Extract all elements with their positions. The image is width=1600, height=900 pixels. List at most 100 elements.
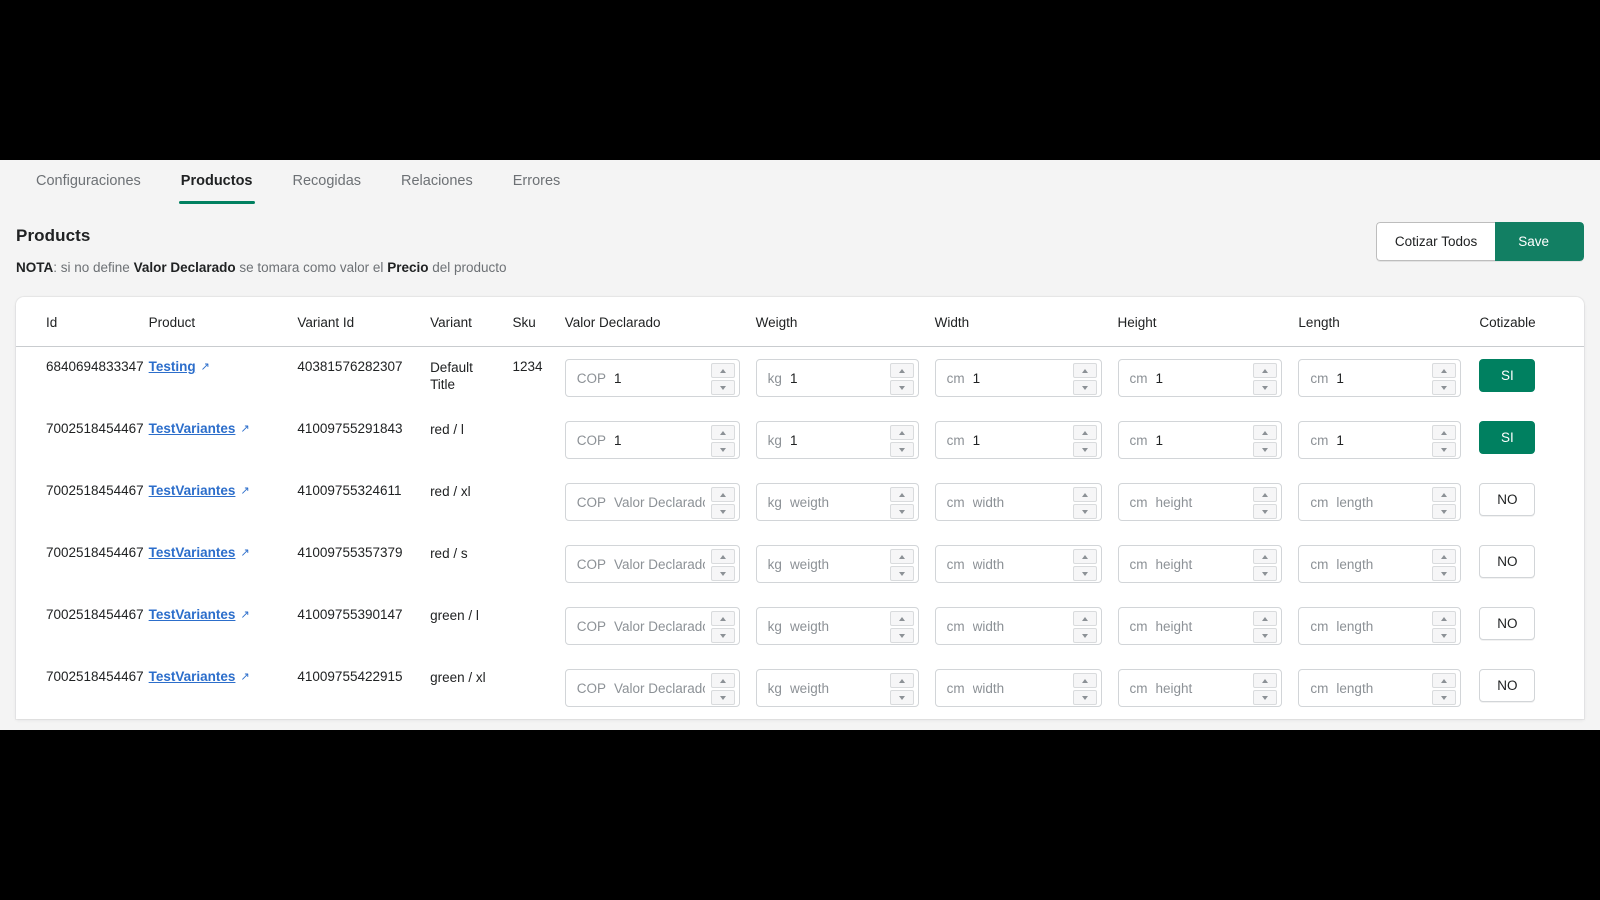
width-input[interactable]: cm width: [934, 545, 1102, 583]
stepper-down-icon[interactable]: [1072, 566, 1097, 581]
external-link-icon[interactable]: ↗: [240, 608, 249, 621]
stepper-up-icon[interactable]: [889, 425, 914, 440]
stepper-up-icon[interactable]: [710, 425, 735, 440]
stepper[interactable]: [1072, 673, 1097, 705]
stepper-down-icon[interactable]: [1432, 504, 1457, 519]
stepper-down-icon[interactable]: [1432, 566, 1457, 581]
stepper[interactable]: [1432, 363, 1457, 395]
stepper[interactable]: [1072, 363, 1097, 395]
stepper-up-icon[interactable]: [1072, 363, 1097, 378]
valor-declarado-input-value[interactable]: 1: [614, 433, 705, 448]
cotizable-badge[interactable]: NO: [1479, 545, 1536, 578]
valor-declarado-input-value[interactable]: Valor Declarado: [614, 557, 705, 572]
height-input[interactable]: cm 1: [1117, 421, 1283, 459]
stepper-down-icon[interactable]: [1072, 628, 1097, 643]
stepper-up-icon[interactable]: [710, 363, 735, 378]
stepper[interactable]: [1072, 549, 1097, 581]
height-input-value[interactable]: height: [1156, 557, 1248, 572]
stepper-down-icon[interactable]: [710, 380, 735, 395]
weigth-input-value[interactable]: weigth: [790, 557, 884, 572]
width-input[interactable]: cm 1: [934, 359, 1102, 397]
valor-declarado-input[interactable]: COP 1: [564, 421, 740, 459]
length-input-value[interactable]: 1: [1336, 371, 1426, 386]
external-link-icon[interactable]: ↗: [240, 546, 249, 559]
length-input-value[interactable]: length: [1336, 619, 1426, 634]
stepper-down-icon[interactable]: [1253, 628, 1278, 643]
cotizar-todos-button[interactable]: Cotizar Todos: [1375, 222, 1496, 261]
tab-configuraciones[interactable]: Configuraciones: [16, 160, 161, 204]
valor-declarado-input[interactable]: COP Valor Declarado: [564, 545, 740, 583]
stepper-down-icon[interactable]: [1432, 442, 1457, 457]
stepper-up-icon[interactable]: [1253, 487, 1278, 502]
valor-declarado-input-value[interactable]: Valor Declarado: [614, 681, 705, 696]
height-input-value[interactable]: 1: [1156, 433, 1248, 448]
weigth-input[interactable]: kg weigth: [755, 607, 919, 645]
weigth-input-value[interactable]: weigth: [790, 619, 884, 634]
length-input[interactable]: cm length: [1298, 483, 1462, 521]
width-input[interactable]: cm width: [934, 607, 1102, 645]
width-input[interactable]: cm 1: [934, 421, 1102, 459]
stepper-down-icon[interactable]: [710, 628, 735, 643]
stepper-down-icon[interactable]: [710, 504, 735, 519]
length-input[interactable]: cm 1: [1298, 421, 1462, 459]
stepper-up-icon[interactable]: [1072, 611, 1097, 626]
length-input-value[interactable]: length: [1336, 557, 1426, 572]
weigth-input[interactable]: kg 1: [755, 421, 919, 459]
height-input[interactable]: cm height: [1117, 607, 1283, 645]
external-link-icon[interactable]: ↗: [240, 484, 249, 497]
stepper[interactable]: [1432, 425, 1457, 457]
stepper-down-icon[interactable]: [889, 566, 914, 581]
valor-declarado-input[interactable]: COP Valor Declarado: [564, 669, 740, 707]
valor-declarado-input-value[interactable]: Valor Declarado: [614, 619, 705, 634]
length-input[interactable]: cm 1: [1298, 359, 1462, 397]
stepper-down-icon[interactable]: [889, 628, 914, 643]
stepper-down-icon[interactable]: [889, 504, 914, 519]
stepper[interactable]: [1072, 425, 1097, 457]
length-input[interactable]: cm length: [1298, 607, 1462, 645]
tab-recogidas[interactable]: Recogidas: [273, 160, 382, 204]
stepper[interactable]: [1432, 673, 1457, 705]
product-link[interactable]: TestVariantes: [149, 421, 236, 436]
stepper-down-icon[interactable]: [889, 690, 914, 705]
stepper-up-icon[interactable]: [1432, 425, 1457, 440]
stepper[interactable]: [889, 487, 914, 519]
stepper[interactable]: [1253, 487, 1278, 519]
stepper-down-icon[interactable]: [889, 380, 914, 395]
stepper-down-icon[interactable]: [1432, 690, 1457, 705]
cotizable-badge[interactable]: NO: [1479, 607, 1536, 640]
product-link[interactable]: Testing: [149, 359, 196, 374]
external-link-icon[interactable]: ↗: [240, 422, 249, 435]
stepper-down-icon[interactable]: [1072, 504, 1097, 519]
valor-declarado-input[interactable]: COP 1: [564, 359, 740, 397]
stepper[interactable]: [1253, 549, 1278, 581]
weigth-input-value[interactable]: weigth: [790, 495, 884, 510]
stepper-up-icon[interactable]: [1432, 487, 1457, 502]
stepper-up-icon[interactable]: [889, 549, 914, 564]
stepper-down-icon[interactable]: [1432, 628, 1457, 643]
valor-declarado-input-value[interactable]: 1: [614, 371, 705, 386]
valor-declarado-input-value[interactable]: Valor Declarado: [614, 495, 705, 510]
stepper[interactable]: [889, 549, 914, 581]
stepper[interactable]: [710, 673, 735, 705]
stepper-up-icon[interactable]: [1072, 487, 1097, 502]
weigth-input[interactable]: kg 1: [755, 359, 919, 397]
stepper-up-icon[interactable]: [710, 549, 735, 564]
stepper-up-icon[interactable]: [1072, 549, 1097, 564]
weigth-input-value[interactable]: 1: [790, 433, 884, 448]
tab-errores[interactable]: Errores: [493, 160, 581, 204]
height-input[interactable]: cm height: [1117, 669, 1283, 707]
width-input-value[interactable]: width: [973, 495, 1067, 510]
stepper-up-icon[interactable]: [1072, 673, 1097, 688]
width-input-value[interactable]: width: [973, 557, 1067, 572]
weigth-input-value[interactable]: 1: [790, 371, 884, 386]
stepper[interactable]: [1072, 487, 1097, 519]
stepper[interactable]: [1253, 425, 1278, 457]
stepper-up-icon[interactable]: [1072, 425, 1097, 440]
width-input-value[interactable]: 1: [973, 433, 1067, 448]
stepper-up-icon[interactable]: [710, 487, 735, 502]
width-input-value[interactable]: width: [973, 619, 1067, 634]
product-link[interactable]: TestVariantes: [149, 669, 236, 684]
stepper-up-icon[interactable]: [889, 673, 914, 688]
stepper[interactable]: [1432, 487, 1457, 519]
stepper-down-icon[interactable]: [1253, 690, 1278, 705]
